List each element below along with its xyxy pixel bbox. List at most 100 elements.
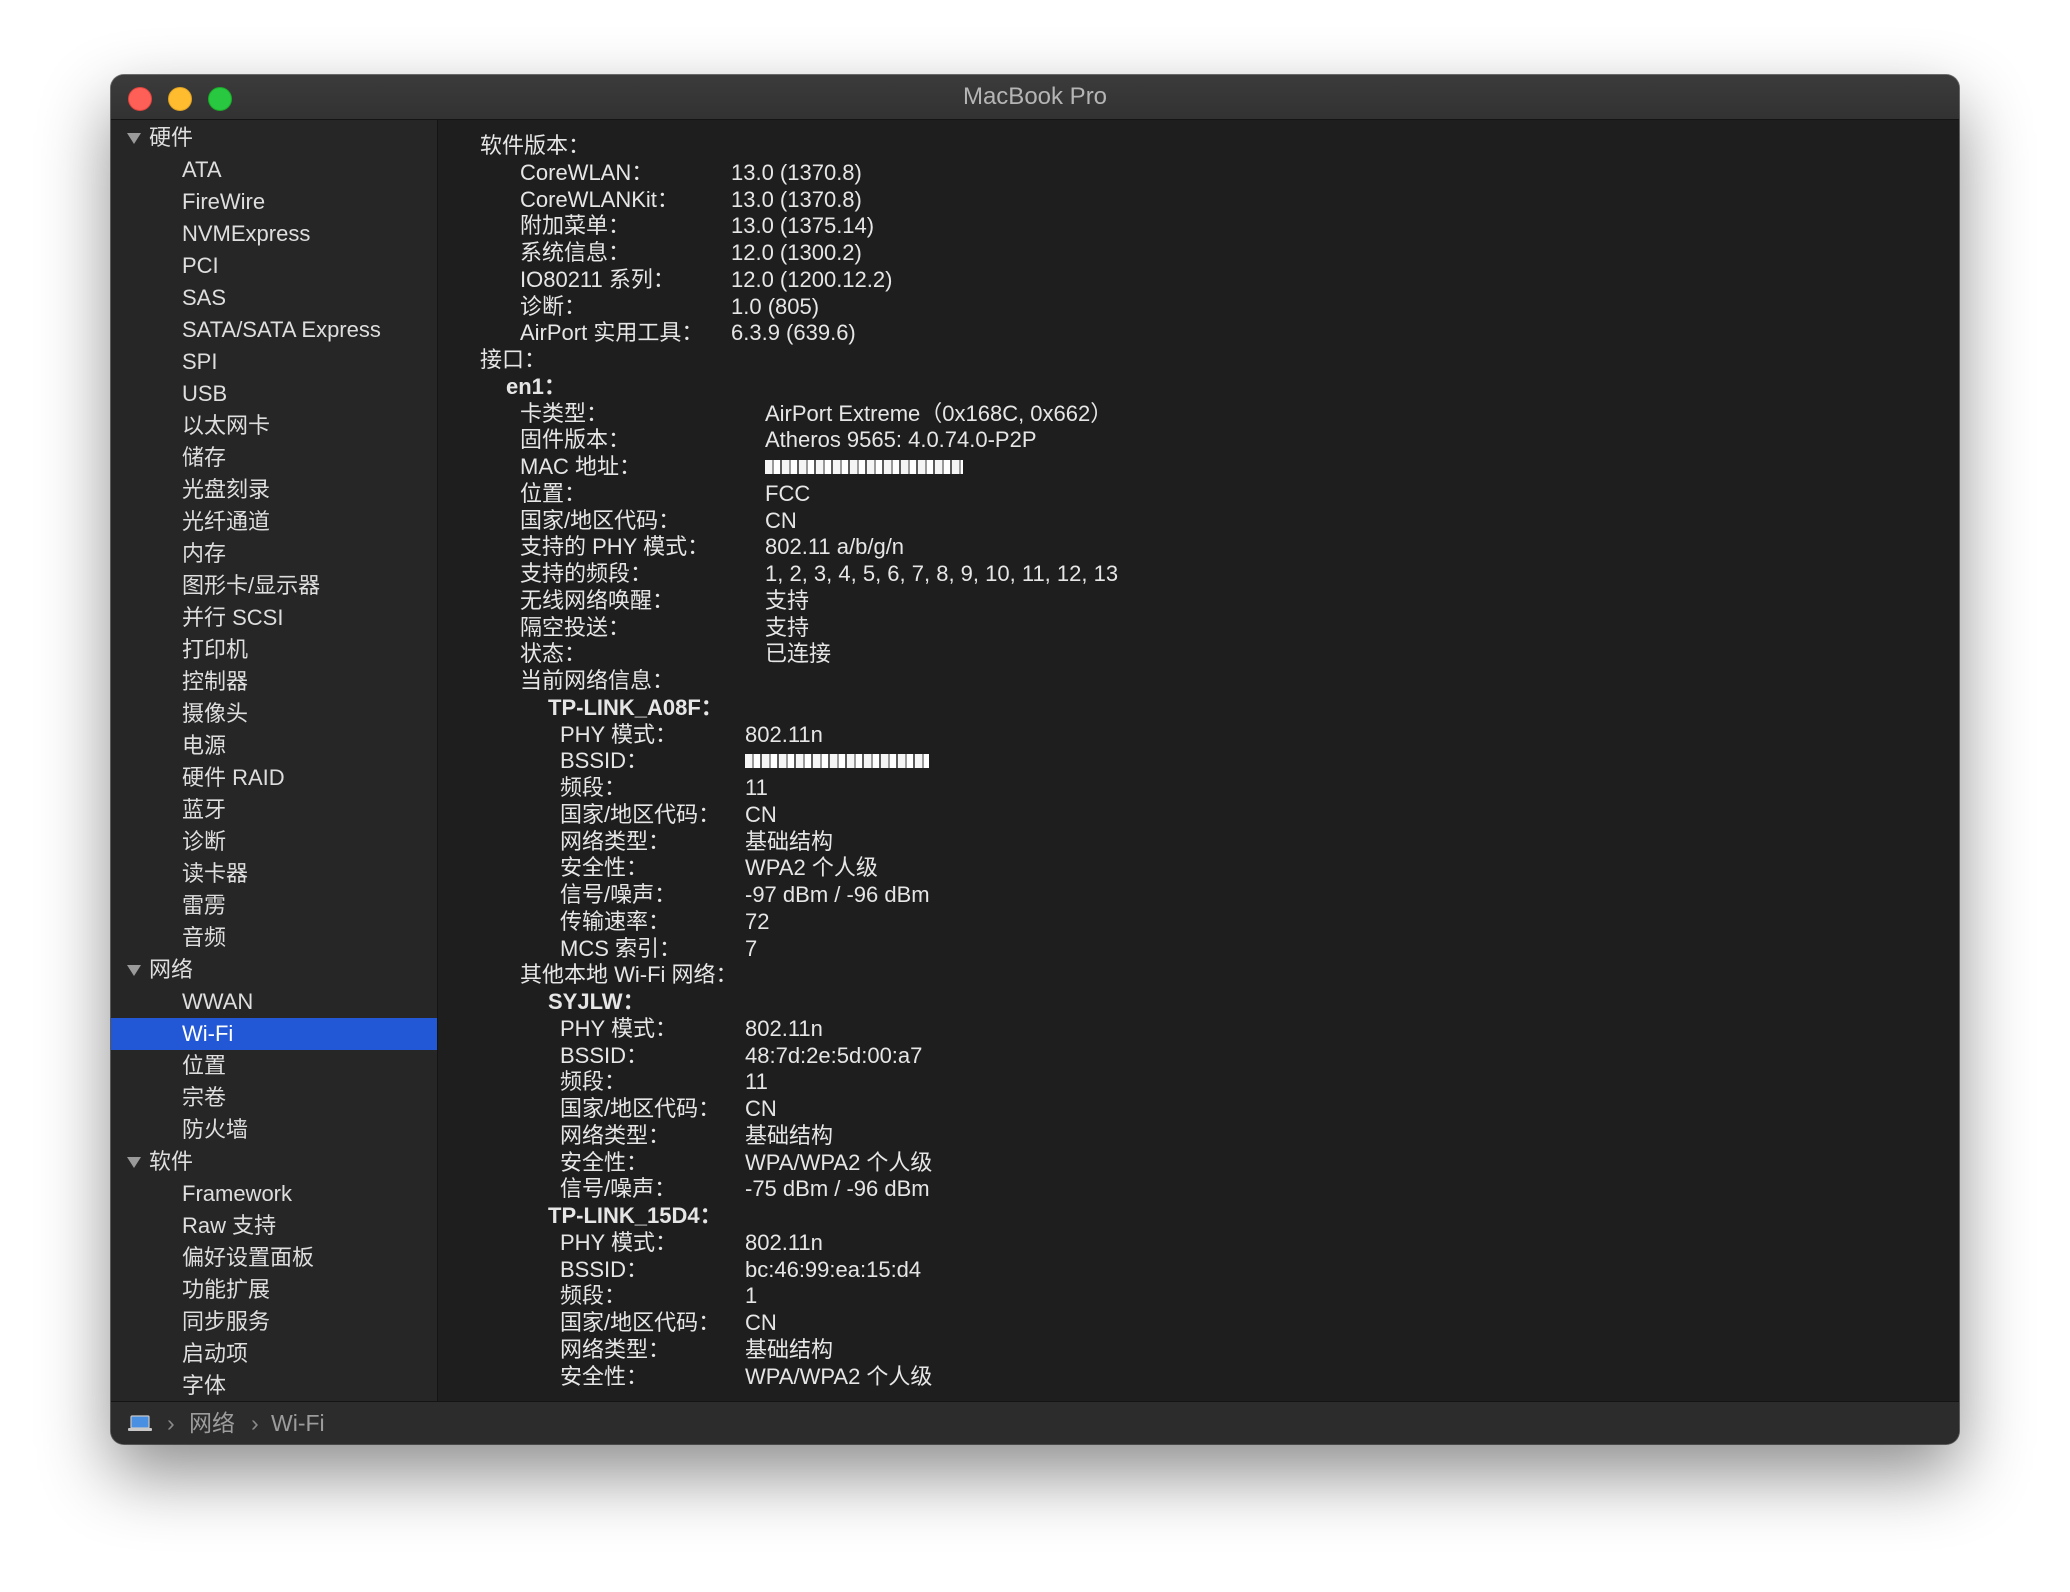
- sidebar-item[interactable]: Raw 支持: [111, 1210, 437, 1242]
- sidebar-item[interactable]: NVMExpress: [111, 218, 437, 250]
- sidebar-item[interactable]: 图形卡/显示器: [111, 570, 437, 602]
- path-crumb-network[interactable]: 网络: [189, 1402, 235, 1444]
- detail-line: 支持的频段： 1, 2, 3, 4, 5, 6, 7, 8, 9, 10, 11,…: [438, 560, 1938, 587]
- detail-key: 位置：: [520, 480, 587, 506]
- detail-key: 网络类型：: [560, 1122, 671, 1148]
- sidebar-item[interactable]: WWAN: [111, 986, 437, 1018]
- sidebar-item[interactable]: USB: [111, 378, 437, 410]
- detail-key: en1：: [506, 373, 566, 399]
- sidebar-item[interactable]: 功能扩展: [111, 1274, 437, 1306]
- sidebar-item[interactable]: 雷雳: [111, 890, 437, 922]
- redacted-value: [745, 754, 929, 769]
- detail-line: CoreWLANKit： 13.0 (1370.8): [438, 186, 1938, 213]
- detail-value: 12.0 (1200.12.2): [731, 266, 893, 292]
- sidebar-item[interactable]: SAS: [111, 282, 437, 314]
- detail-key: 其他本地 Wi-Fi 网络：: [520, 962, 738, 988]
- detail-value: 12.0 (1300.2): [731, 240, 862, 265]
- detail-key: 国家/地区代码：: [560, 1310, 721, 1335]
- detail-value: 802.11n: [745, 721, 823, 747]
- detail-value: 802.11n: [745, 1229, 823, 1255]
- window-title: MacBook Pro: [962, 83, 1108, 110]
- sidebar-group-2[interactable]: 软件: [111, 1146, 437, 1178]
- detail-line: 位置： FCC: [438, 480, 1938, 507]
- detail-key: CoreWLAN：: [520, 159, 654, 185]
- sidebar-item[interactable]: 偏好设置面板: [111, 1242, 437, 1274]
- disclosure-triangle-icon[interactable]: [127, 133, 141, 144]
- detail-line: 系统信息： 12.0 (1300.2): [438, 239, 1938, 266]
- sidebar-item[interactable]: SPI: [111, 346, 437, 378]
- sidebar-item[interactable]: 电源: [111, 730, 437, 762]
- detail-value: 支持: [765, 614, 810, 640]
- detail-line: BSSID：: [438, 747, 1938, 774]
- sidebar-item[interactable]: 启动项: [111, 1338, 437, 1370]
- detail-value: AirPort Extreme（0x168C, 0x662）: [765, 400, 1113, 426]
- detail-value: WPA/WPA2 个人级: [745, 1363, 933, 1389]
- sidebar-item[interactable]: 位置: [111, 1050, 437, 1082]
- sidebar-item[interactable]: 并行 SCSI: [111, 602, 437, 634]
- detail-pane[interactable]: 软件版本： CoreWLAN： 13.0 (1370.8) CoreWLANKit： 1…: [438, 120, 1959, 1401]
- detail-value: 72: [745, 908, 770, 934]
- sidebar-group-1[interactable]: 网络: [111, 954, 437, 986]
- detail-key: 安全性：: [560, 1363, 649, 1389]
- detail-key: MCS 索引：: [560, 935, 682, 961]
- sidebar-item[interactable]: 以太网卡: [111, 410, 437, 442]
- detail-key: 安全性：: [560, 855, 649, 881]
- detail-line: MCS 索引： 7: [438, 935, 1938, 962]
- sidebar-item[interactable]: FireWire: [111, 186, 437, 218]
- detail-line: 国家/地区代码： CN: [438, 1095, 1938, 1122]
- sidebar-item[interactable]: 摄像头: [111, 698, 437, 730]
- detail-key: 系统信息：: [520, 240, 631, 265]
- sidebar-item[interactable]: Wi-Fi: [111, 1018, 437, 1050]
- detail-line: TP-LINK_A08F：: [438, 694, 1938, 721]
- detail-value: 13.0 (1375.14): [731, 213, 875, 239]
- sidebar-item[interactable]: 蓝牙: [111, 794, 437, 826]
- sidebar-item[interactable]: 防火墙: [111, 1114, 437, 1146]
- detail-key: 安全性：: [560, 1149, 649, 1175]
- detail-line: 国家/地区代码： CN: [438, 801, 1938, 828]
- sidebar-item[interactable]: 读卡器: [111, 858, 437, 890]
- detail-key: IO80211 系列：: [520, 266, 675, 292]
- detail-value: 7: [745, 935, 758, 961]
- detail-key: 国家/地区代码：: [520, 507, 681, 533]
- sidebar[interactable]: 硬件 ATA FireWire NVMExpress PCI SAS SATA/SATA E…: [111, 120, 438, 1401]
- title-bar[interactable]: MacBook Pro: [111, 75, 1959, 120]
- sidebar-item[interactable]: 光纤通道: [111, 506, 437, 538]
- sidebar-item[interactable]: 储存: [111, 442, 437, 474]
- sidebar-item[interactable]: 同步服务: [111, 1306, 437, 1338]
- detail-key: 固件版本：: [520, 427, 631, 453]
- sidebar-group-label: 软件: [149, 1149, 194, 1174]
- sidebar-item[interactable]: ATA: [111, 154, 437, 186]
- sidebar-item[interactable]: 打印机: [111, 634, 437, 666]
- detail-value: Atheros 9565: 4.0.74.0-P2P: [765, 427, 1037, 453]
- sidebar-item[interactable]: 控制器: [111, 666, 437, 698]
- laptop-icon[interactable]: [127, 1415, 153, 1432]
- sidebar-item[interactable]: 诊断: [111, 826, 437, 858]
- sidebar-item[interactable]: 内存: [111, 538, 437, 570]
- detail-value: WPA2 个人级: [745, 855, 878, 881]
- system-information-window: MacBook Pro 硬件 ATA FireWire NVMExpress PCI SA…: [111, 75, 1959, 1444]
- detail-line: 附加菜单： 13.0 (1375.14): [438, 212, 1938, 239]
- sidebar-item[interactable]: 音频: [111, 922, 437, 954]
- sidebar-item[interactable]: 光盘刻录: [111, 474, 437, 506]
- sidebar-item[interactable]: PCI: [111, 250, 437, 282]
- detail-line: 诊断： 1.0 (805): [438, 293, 1938, 320]
- disclosure-triangle-icon[interactable]: [127, 1157, 141, 1168]
- detail-key: 支持的频段：: [520, 561, 653, 586]
- detail-line: 固件版本： Atheros 9565: 4.0.74.0-P2P: [438, 426, 1938, 453]
- disclosure-triangle-icon[interactable]: [127, 965, 141, 976]
- detail-value: 11: [745, 775, 768, 800]
- sidebar-item[interactable]: Framework: [111, 1178, 437, 1210]
- detail-line: 状态： 已连接: [438, 640, 1938, 667]
- detail-value: 13.0 (1370.8): [731, 159, 862, 185]
- detail-line: 其他本地 Wi-Fi 网络：: [438, 961, 1938, 988]
- sidebar-group-0[interactable]: 硬件: [111, 122, 437, 154]
- detail-key: 信号/噪声：: [560, 882, 677, 907]
- detail-key: 频段：: [560, 1283, 627, 1309]
- sidebar-item[interactable]: 宗卷: [111, 1082, 437, 1114]
- detail-key: 接口：: [480, 347, 547, 372]
- path-crumb-wifi[interactable]: Wi-Fi: [271, 1402, 325, 1444]
- sidebar-item[interactable]: 硬件 RAID: [111, 762, 437, 794]
- detail-key: BSSID：: [560, 748, 649, 774]
- sidebar-item[interactable]: 字体: [111, 1370, 437, 1401]
- sidebar-item[interactable]: SATA/SATA Express: [111, 314, 437, 346]
